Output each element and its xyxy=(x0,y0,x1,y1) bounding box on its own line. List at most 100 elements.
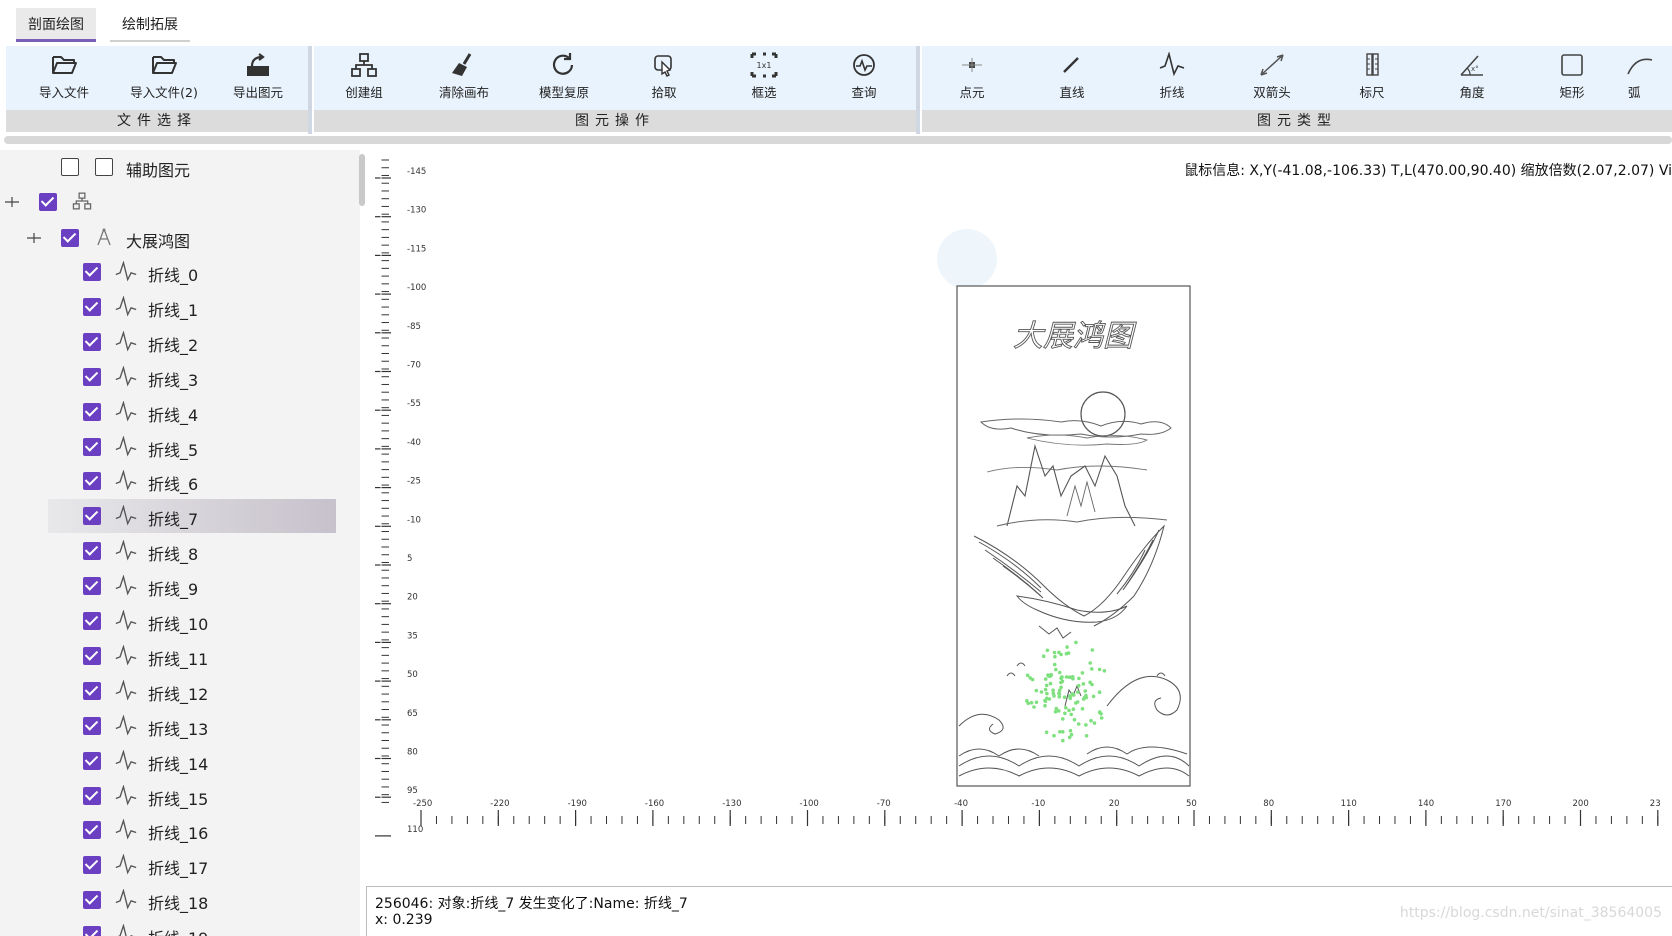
tree-item-polyline[interactable]: 折线_0 xyxy=(0,255,360,289)
tab-section-drawing[interactable]: 剖面绘图 xyxy=(16,8,96,42)
item-checkbox[interactable] xyxy=(83,437,101,456)
pick-button[interactable]: 拾取 xyxy=(614,48,714,108)
tree-item-polyline[interactable]: 折线_19 xyxy=(0,918,360,936)
polyline-icon xyxy=(115,819,137,840)
item-checkbox[interactable] xyxy=(83,263,101,281)
item-checkbox[interactable] xyxy=(83,367,101,386)
highlight-point xyxy=(1057,692,1062,696)
item-checkbox[interactable] xyxy=(83,646,101,665)
tree-vertical-scrollbar[interactable] xyxy=(359,154,365,206)
tree-item-polyline[interactable]: 折线_3 xyxy=(0,360,360,394)
tree-item-polyline[interactable]: 折线_11 xyxy=(0,639,360,673)
highlight-point xyxy=(1090,648,1095,652)
polyline-icon xyxy=(115,400,137,422)
angle-button[interactable]: x° 角度 xyxy=(1422,48,1522,108)
highlight-point xyxy=(1061,717,1065,721)
import-file-button[interactable]: 导入文件 xyxy=(14,48,114,108)
item-checkbox[interactable] xyxy=(83,716,101,735)
tree-item-polyline[interactable]: 折线_18 xyxy=(0,883,360,917)
polyline-icon xyxy=(115,714,137,736)
highlight-point xyxy=(1034,700,1039,705)
highlight-point xyxy=(1070,675,1075,679)
item-checkbox[interactable] xyxy=(83,472,101,491)
tree-row-group[interactable]: 大展鸿图 xyxy=(0,221,360,255)
point-icon xyxy=(962,58,982,72)
tree-item-label: 折线_14 xyxy=(148,754,209,774)
tree-item-polyline[interactable]: 折线_17 xyxy=(0,848,360,882)
tab-draw-extension[interactable]: 绘制拓展 xyxy=(110,8,190,42)
canvas-svg[interactable]: -145 -130 -115 -100 -85 -70 -55 -40 -25 -10 5 20 35 5… xyxy=(367,146,1672,886)
drawing-title: 大展鸿图 xyxy=(1013,319,1137,354)
tree-row-root[interactable] xyxy=(0,185,360,219)
drawing-canvas[interactable]: 鼠标信息: X,Y(-41.08,-106.33) T,L(470.00,90.… xyxy=(367,146,1672,886)
item-checkbox[interactable] xyxy=(83,332,101,351)
highlight-point xyxy=(1076,722,1081,726)
vruler-label: -145 xyxy=(407,167,426,177)
highlight-point xyxy=(1074,701,1078,705)
item-checkbox[interactable] xyxy=(83,821,101,840)
line-button[interactable]: 直线 xyxy=(1022,48,1122,108)
collapse-toggle-icon[interactable] xyxy=(4,195,20,209)
root-checkbox[interactable] xyxy=(39,193,57,211)
tree-item-polyline[interactable]: 折线_1 xyxy=(0,290,360,324)
aux-checkbox-1[interactable] xyxy=(61,158,79,176)
export-elements-button[interactable]: 导出图元 xyxy=(208,48,308,108)
highlight-point xyxy=(1041,654,1046,658)
tree-item-polyline[interactable]: 折线_2 xyxy=(0,325,360,359)
highlight-point xyxy=(1053,709,1058,714)
polyline-icon xyxy=(115,784,137,806)
clear-canvas-button[interactable]: 清除画布 xyxy=(414,48,514,108)
item-checkbox[interactable] xyxy=(83,507,101,526)
item-checkbox[interactable] xyxy=(83,926,101,936)
item-checkbox[interactable] xyxy=(83,681,101,700)
group-file-select: 导入文件 导入文件(2) 导出图元 文件选择 xyxy=(6,46,308,134)
tree-item-polyline[interactable]: 折线_5 xyxy=(0,430,360,464)
double-arrow-button[interactable]: 双箭头 xyxy=(1222,48,1322,108)
polyline-icon xyxy=(115,644,137,666)
box-select-button[interactable]: 1x1 框选 xyxy=(714,48,814,108)
arc-button[interactable]: 弧 xyxy=(1618,48,1672,108)
query-button[interactable]: 查询 xyxy=(814,48,914,108)
tree-item-polyline[interactable]: 折线_10 xyxy=(0,604,360,638)
vruler-label: -25 xyxy=(407,477,421,487)
tree-item-polyline[interactable]: 折线_13 xyxy=(0,709,360,743)
item-checkbox[interactable] xyxy=(83,786,101,805)
tree-item-polyline[interactable]: 折线_9 xyxy=(0,569,360,603)
item-checkbox[interactable] xyxy=(83,542,101,561)
model-restore-button[interactable]: 模型复原 xyxy=(514,48,614,108)
create-group-button[interactable]: 创建组 xyxy=(314,48,414,108)
tree-item-polyline[interactable]: 折线_16 xyxy=(0,813,360,847)
group-checkbox[interactable] xyxy=(61,229,79,247)
rectangle-button[interactable]: 矩形 xyxy=(1522,48,1622,108)
tree-row-aux[interactable]: 辅助图元 xyxy=(0,150,360,184)
drawing-artwork[interactable]: 大展鸿图 xyxy=(956,285,1191,787)
item-checkbox[interactable] xyxy=(83,402,101,421)
polyline-icon xyxy=(115,365,137,387)
vruler-label: 5 xyxy=(407,554,412,564)
import-file-2-button[interactable]: 导入文件(2) xyxy=(114,48,214,108)
highlight-point xyxy=(1076,683,1081,688)
item-checkbox[interactable] xyxy=(83,297,101,316)
tree-item-polyline[interactable]: 折线_4 xyxy=(0,395,360,429)
tree-item-polyline[interactable]: 折线_15 xyxy=(0,779,360,813)
point-element-button[interactable]: 点元 xyxy=(922,48,1022,108)
highlight-point xyxy=(1048,681,1053,686)
highlight-point xyxy=(1049,673,1053,678)
item-checkbox[interactable] xyxy=(83,751,101,770)
collapse-toggle-icon[interactable] xyxy=(26,231,42,245)
tree-item-polyline[interactable]: 折线_6 xyxy=(0,464,360,498)
tree-item-polyline[interactable]: 折线_12 xyxy=(0,674,360,708)
item-checkbox[interactable] xyxy=(83,612,101,630)
tree-item-polyline[interactable]: 折线_14 xyxy=(0,744,360,778)
item-checkbox[interactable] xyxy=(83,856,101,875)
polyline-button[interactable]: 折线 xyxy=(1122,48,1222,108)
aux-checkbox-2[interactable] xyxy=(95,158,113,176)
tree-item-polyline[interactable]: 折线_7 xyxy=(0,499,360,534)
group-title-file-select: 文件选择 xyxy=(6,110,308,132)
tree-item-polyline[interactable]: 折线_8 xyxy=(0,534,360,568)
ribbon-horizontal-scrollbar[interactable] xyxy=(4,136,1672,144)
ruler-button[interactable]: 标尺 xyxy=(1322,48,1422,108)
item-checkbox[interactable] xyxy=(83,577,101,596)
vruler-label: 80 xyxy=(407,748,418,758)
item-checkbox[interactable] xyxy=(83,891,101,910)
